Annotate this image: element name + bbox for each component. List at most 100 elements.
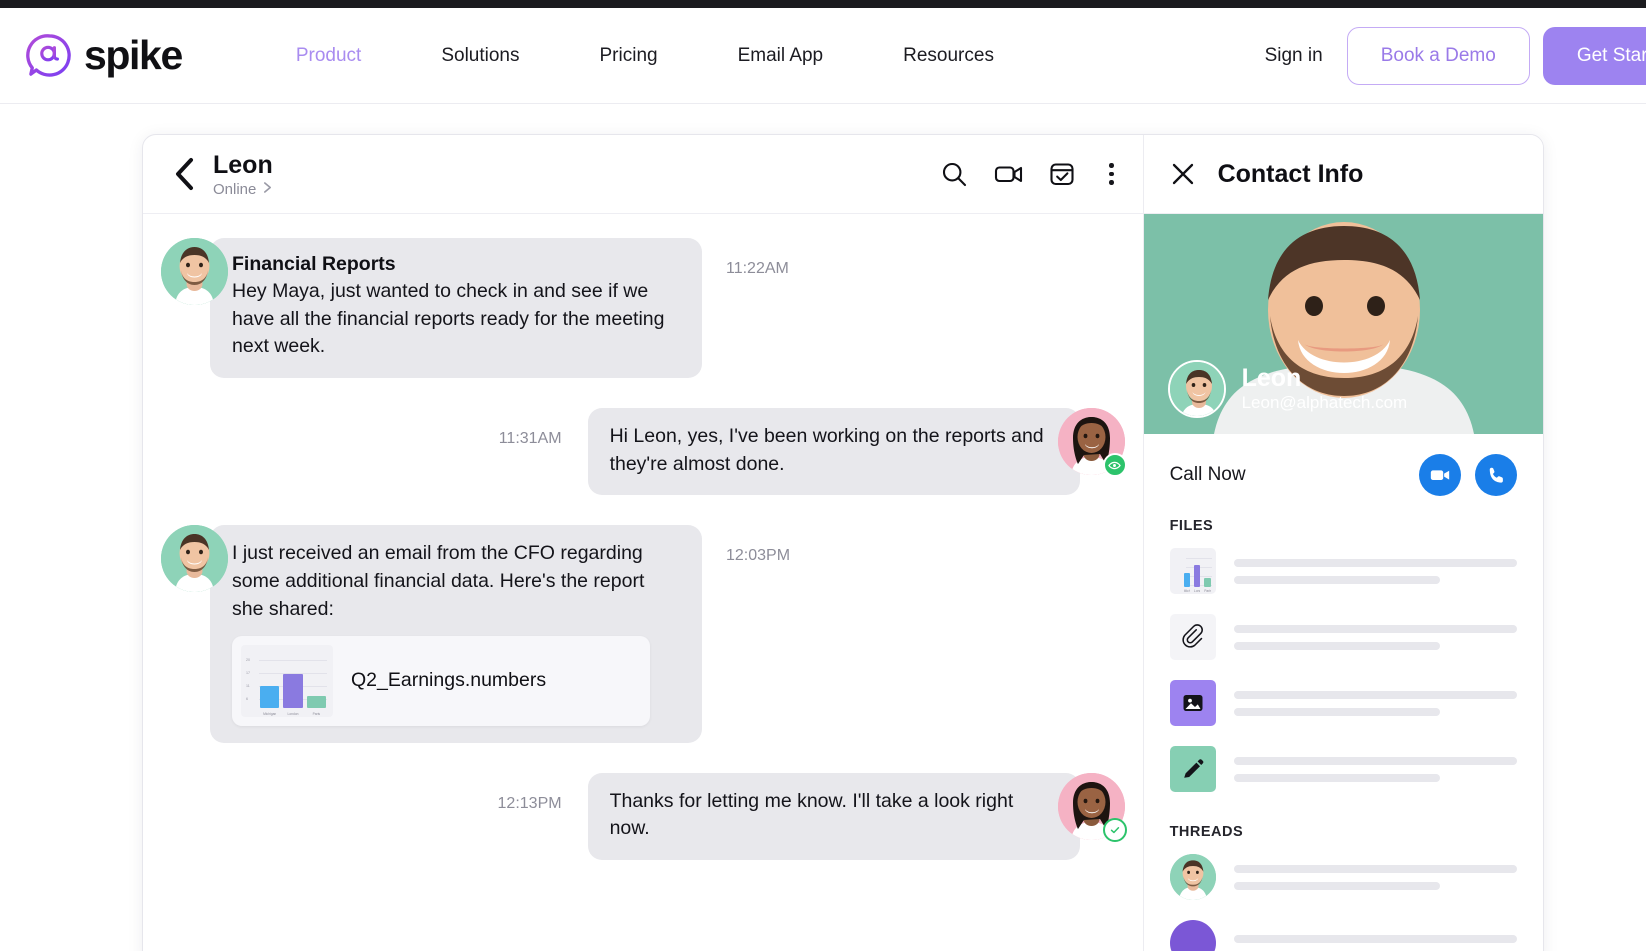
pencil-icon (1169, 746, 1216, 792)
chat-pane: Leon Online Financial Reports Hey Maya, … (143, 135, 1144, 951)
placeholder-lines (1233, 558, 1517, 584)
chevron-left-icon[interactable] (173, 157, 195, 191)
search-icon[interactable] (940, 160, 968, 188)
seen-eye-badge (1102, 453, 1127, 478)
mini-axis-tick: 6 (246, 696, 248, 701)
hero-email: Leon@alphatech.com (1241, 392, 1408, 412)
nav-link-email-app[interactable]: Email App (698, 45, 864, 67)
mini-bar (283, 673, 303, 708)
bar-chart-thumb-icon: Michigan London Paris (1169, 548, 1216, 594)
message-bubble: Financial Reports Hey Maya, just wanted … (210, 238, 702, 379)
contact-hero-photo: Leon Leon@alphatech.com (1143, 214, 1543, 434)
placeholder-lines (1233, 934, 1517, 951)
message-time: 11:22AM (726, 260, 789, 277)
placeholder-line (1233, 773, 1441, 782)
message-row: 11:31AM Hi Leon, yes, I've been working … (143, 408, 1143, 496)
list-item[interactable] (1169, 736, 1517, 802)
mini-axis-tick: 20 (246, 657, 250, 662)
message-list: Financial Reports Hey Maya, just wanted … (143, 214, 1143, 951)
mini-bars (260, 666, 326, 708)
mini-label: Paris (312, 711, 321, 716)
contact-info-pane: Contact Info Leon Leon@alphatech.com Cal… (1143, 135, 1543, 951)
sign-in-link[interactable]: Sign in (1265, 45, 1323, 67)
file-name: Q2_Earnings.numbers (351, 669, 547, 691)
book-demo-button[interactable]: Book a Demo (1346, 26, 1530, 85)
peer-identity[interactable]: Leon Online (213, 151, 273, 198)
brand[interactable]: spike (26, 32, 183, 79)
placeholder-lines (1233, 624, 1517, 650)
placeholder-line (1233, 575, 1441, 584)
list-item[interactable] (1169, 604, 1517, 670)
image-icon (1169, 680, 1216, 726)
nav-link-product[interactable]: Product (256, 45, 401, 67)
placeholder-lines (1233, 756, 1517, 782)
message-row: Financial Reports Hey Maya, just wanted … (143, 238, 1143, 379)
contact-info-header: Contact Info (1143, 135, 1543, 214)
close-icon[interactable] (1170, 161, 1196, 187)
chat-app-window: Leon Online Financial Reports Hey Maya, … (142, 134, 1544, 951)
more-vertical-icon[interactable] (1102, 160, 1121, 188)
placeholder-line (1233, 641, 1441, 650)
placeholder-lines (1233, 690, 1517, 716)
placeholder-line (1233, 864, 1517, 873)
hero-identity: Leon Leon@alphatech.com (1167, 360, 1529, 418)
maya-avatar-wrap (1057, 772, 1127, 842)
peer-status-label: Online (213, 180, 257, 198)
placeholder-lines (1233, 864, 1517, 890)
call-buttons (1419, 454, 1517, 496)
purple-avatar (1169, 920, 1216, 951)
at-bubble-logo-icon (26, 32, 73, 79)
message-time: 12:03PM (726, 547, 791, 565)
message-text: Thanks for letting me know. I'll take a … (609, 789, 1014, 840)
file-attachment-card[interactable]: 20 17 11 6 Michigan London Paris Q2_Earn… (232, 635, 650, 726)
phone-call-button[interactable] (1475, 454, 1517, 496)
list-item[interactable]: Michigan London Paris (1169, 538, 1517, 604)
message-row: I just received an email from the CFO re… (143, 525, 1143, 743)
brand-name: spike (84, 32, 183, 78)
peer-name: Leon (213, 150, 273, 179)
message-text: Hi Leon, yes, I've been working on the r… (609, 425, 1044, 475)
hero-text: Leon Leon@alphatech.com (1242, 365, 1408, 413)
message-bubble: Thanks for letting me know. I'll take a … (587, 772, 1080, 860)
bar-chart-thumb-icon: 20 17 11 6 Michigan London Paris (241, 644, 333, 717)
list-item[interactable] (1169, 844, 1517, 910)
task-check-icon[interactable] (1048, 160, 1076, 188)
files-section-title: FILES (1169, 518, 1214, 534)
message-time: 11:31AM (498, 430, 562, 448)
nav-link-resources[interactable]: Resources (863, 45, 1034, 67)
video-call-button[interactable] (1419, 454, 1461, 496)
mini-label: Michigan (263, 711, 277, 716)
nav-link-pricing[interactable]: Pricing (560, 45, 698, 67)
list-item[interactable] (1169, 910, 1517, 951)
delivered-check-badge (1102, 817, 1127, 842)
threads-section-title: THREADS (1169, 824, 1244, 840)
placeholder-line (1233, 707, 1441, 716)
chat-header: Leon Online (143, 135, 1143, 214)
video-camera-icon[interactable] (994, 160, 1023, 188)
paperclip-icon (1169, 614, 1216, 660)
leon-avatar (161, 238, 228, 305)
mini-labels: Michigan London Paris (260, 712, 326, 716)
contact-info-title: Contact Info (1217, 159, 1364, 188)
message-bubble: I just received an email from the CFO re… (210, 525, 702, 743)
list-item[interactable] (1169, 670, 1517, 736)
phone-icon (1489, 467, 1503, 483)
leon-avatar (1169, 854, 1216, 900)
maya-avatar-wrap (1057, 408, 1127, 478)
peer-status: Online (213, 181, 273, 198)
placeholder-line (1233, 624, 1517, 633)
nav-link-solutions[interactable]: Solutions (401, 45, 559, 67)
call-now-row: Call Now (1144, 434, 1543, 508)
app-screenshot-area: Leon Online Financial Reports Hey Maya, … (0, 104, 1646, 951)
chevron-right-icon (263, 181, 272, 198)
placeholder-line (1233, 756, 1517, 765)
call-now-label: Call Now (1169, 464, 1246, 485)
message-text: I just received an email from the CFO re… (232, 542, 645, 620)
mini-axis-tick: 11 (246, 683, 250, 688)
message-bubble: Hi Leon, yes, I've been working on the r… (587, 408, 1080, 496)
message-title: Financial Reports (232, 253, 396, 275)
video-camera-icon (1430, 470, 1450, 481)
placeholder-line (1233, 934, 1517, 943)
get-started-button[interactable]: Get Started (1542, 26, 1646, 85)
placeholder-line (1233, 690, 1517, 699)
